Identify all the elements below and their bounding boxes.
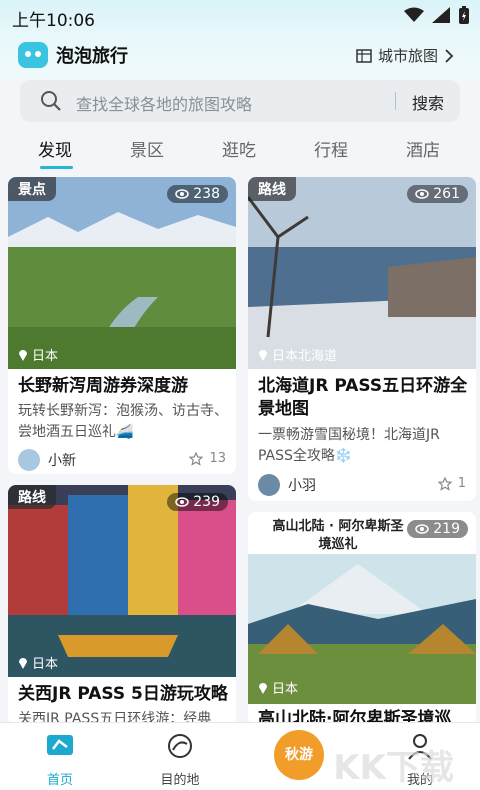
card-location-label: 日本 (32, 657, 59, 672)
card-badge: 景点 (8, 177, 56, 201)
card-photo-caption: 高山北陆 · 阿尔卑斯圣境巡礼 (272, 519, 404, 552)
tab-scenic[interactable]: 景区 (130, 136, 164, 161)
card-author: 小羽 (258, 474, 316, 496)
tab-food[interactable]: 逛吃 (222, 136, 256, 161)
like-count[interactable]: 1 (437, 476, 466, 491)
wifi-icon (404, 7, 424, 22)
status-icons (404, 6, 470, 24)
city-map-button[interactable]: 城市旅图 (356, 45, 454, 66)
card-location-label: 日本 (32, 349, 59, 364)
author-name: 小新 (48, 453, 76, 469)
post-card[interactable]: 路线 239 日本 关西JR PASS 5日游玩攻略 关西JR PASS五日环线… (8, 485, 236, 725)
card-author: 小新 (18, 449, 76, 471)
nav-home[interactable]: 首页 (20, 731, 100, 788)
map-icon (356, 48, 372, 63)
card-location-label: 日本 (272, 682, 299, 697)
nav-autumn-trip-button[interactable]: 秋游 (274, 730, 324, 780)
battery-icon (459, 6, 469, 24)
post-card[interactable]: 景点 238 日本 长野新泻周游券深度游 玩转长野新泻：泡猴汤、访古寺、尝地酒五… (8, 177, 236, 474)
eye-icon (415, 524, 430, 534)
star-icon (437, 476, 452, 491)
app-logo (18, 42, 48, 68)
card-photo (248, 177, 476, 369)
search-icon (41, 91, 61, 111)
card-description: 一票畅游雪国秘境！北海道JR PASS全攻略❄️ (258, 427, 440, 464)
search-divider (395, 92, 396, 110)
status-time: 上午10:06 (12, 11, 95, 31)
avatar (258, 474, 280, 496)
card-location: 日本 (18, 345, 58, 364)
view-count-value: 219 (433, 521, 460, 537)
like-count-value: 13 (209, 451, 226, 466)
tab-hotel[interactable]: 酒店 (406, 136, 440, 161)
tab-itinerary[interactable]: 行程 (314, 136, 348, 161)
author-name: 小羽 (288, 478, 316, 494)
view-count: 239 (167, 493, 228, 511)
card-location-label: 日本北海道 (272, 349, 338, 364)
card-badge: 路线 (8, 485, 56, 509)
view-count: 261 (407, 185, 468, 203)
view-count: 238 (167, 185, 228, 203)
like-count-value: 1 (457, 476, 466, 491)
nav-destination[interactable]: 目的地 (140, 731, 220, 788)
eye-icon (415, 189, 430, 199)
status-bar: 上午10:06 (0, 0, 480, 32)
tab-discover[interactable]: 发现 (38, 136, 72, 161)
card-badge: 路线 (248, 177, 296, 201)
view-count-value: 239 (193, 494, 220, 510)
nav-destination-label: 目的地 (160, 773, 200, 788)
card-photo (8, 485, 236, 677)
card-title: 关西JR PASS 5日游玩攻略 (18, 684, 228, 704)
view-count-value: 238 (193, 186, 220, 202)
watermark: KK下载 (333, 748, 454, 788)
nav-home-label: 首页 (46, 773, 73, 788)
post-card[interactable]: 高山北陆 · 阿尔卑斯圣境巡礼 219 日本 高山北陆·阿尔卑斯圣境巡 (248, 512, 476, 725)
card-description: 玩转长野新泻：泡猴汤、访古寺、尝地酒五日巡礼🚄 (18, 403, 228, 440)
search-button[interactable]: 搜索 (412, 90, 444, 114)
card-location: 日本 (258, 678, 298, 697)
card-location: 日本 (18, 653, 58, 672)
card-title: 北海道JR PASS五日环游全景地图 (258, 376, 468, 419)
signal-icon (432, 7, 450, 23)
location-pin-icon (19, 658, 27, 669)
card-title: 长野新泻周游券深度游 (18, 376, 188, 396)
active-tab-indicator (40, 166, 73, 169)
chevron-right-icon (445, 48, 454, 63)
app-name: 泡泡旅行 (56, 46, 128, 67)
city-map-label: 城市旅图 (377, 47, 438, 65)
eye-icon (175, 497, 190, 507)
search-bar[interactable]: 查找全球各地的旅图攻略 搜索 (20, 80, 460, 122)
avatar (18, 449, 40, 471)
globe-icon (168, 734, 192, 758)
card-photo (8, 177, 236, 369)
view-count: 219 (407, 520, 468, 538)
card-location: 日本北海道 (258, 345, 337, 364)
like-count[interactable]: 13 (189, 451, 226, 466)
post-card[interactable]: 路线 261 日本北海道 北海道JR PASS五日环游全景地图 一票畅游雪国秘境… (248, 177, 476, 501)
location-pin-icon (259, 683, 267, 694)
search-input[interactable]: 查找全球各地的旅图攻略 (76, 91, 252, 115)
home-map-icon (47, 735, 73, 755)
location-pin-icon (19, 350, 27, 361)
view-count-value: 261 (433, 186, 460, 202)
star-icon (189, 451, 204, 466)
location-pin-icon (259, 350, 267, 361)
eye-icon (175, 189, 190, 199)
